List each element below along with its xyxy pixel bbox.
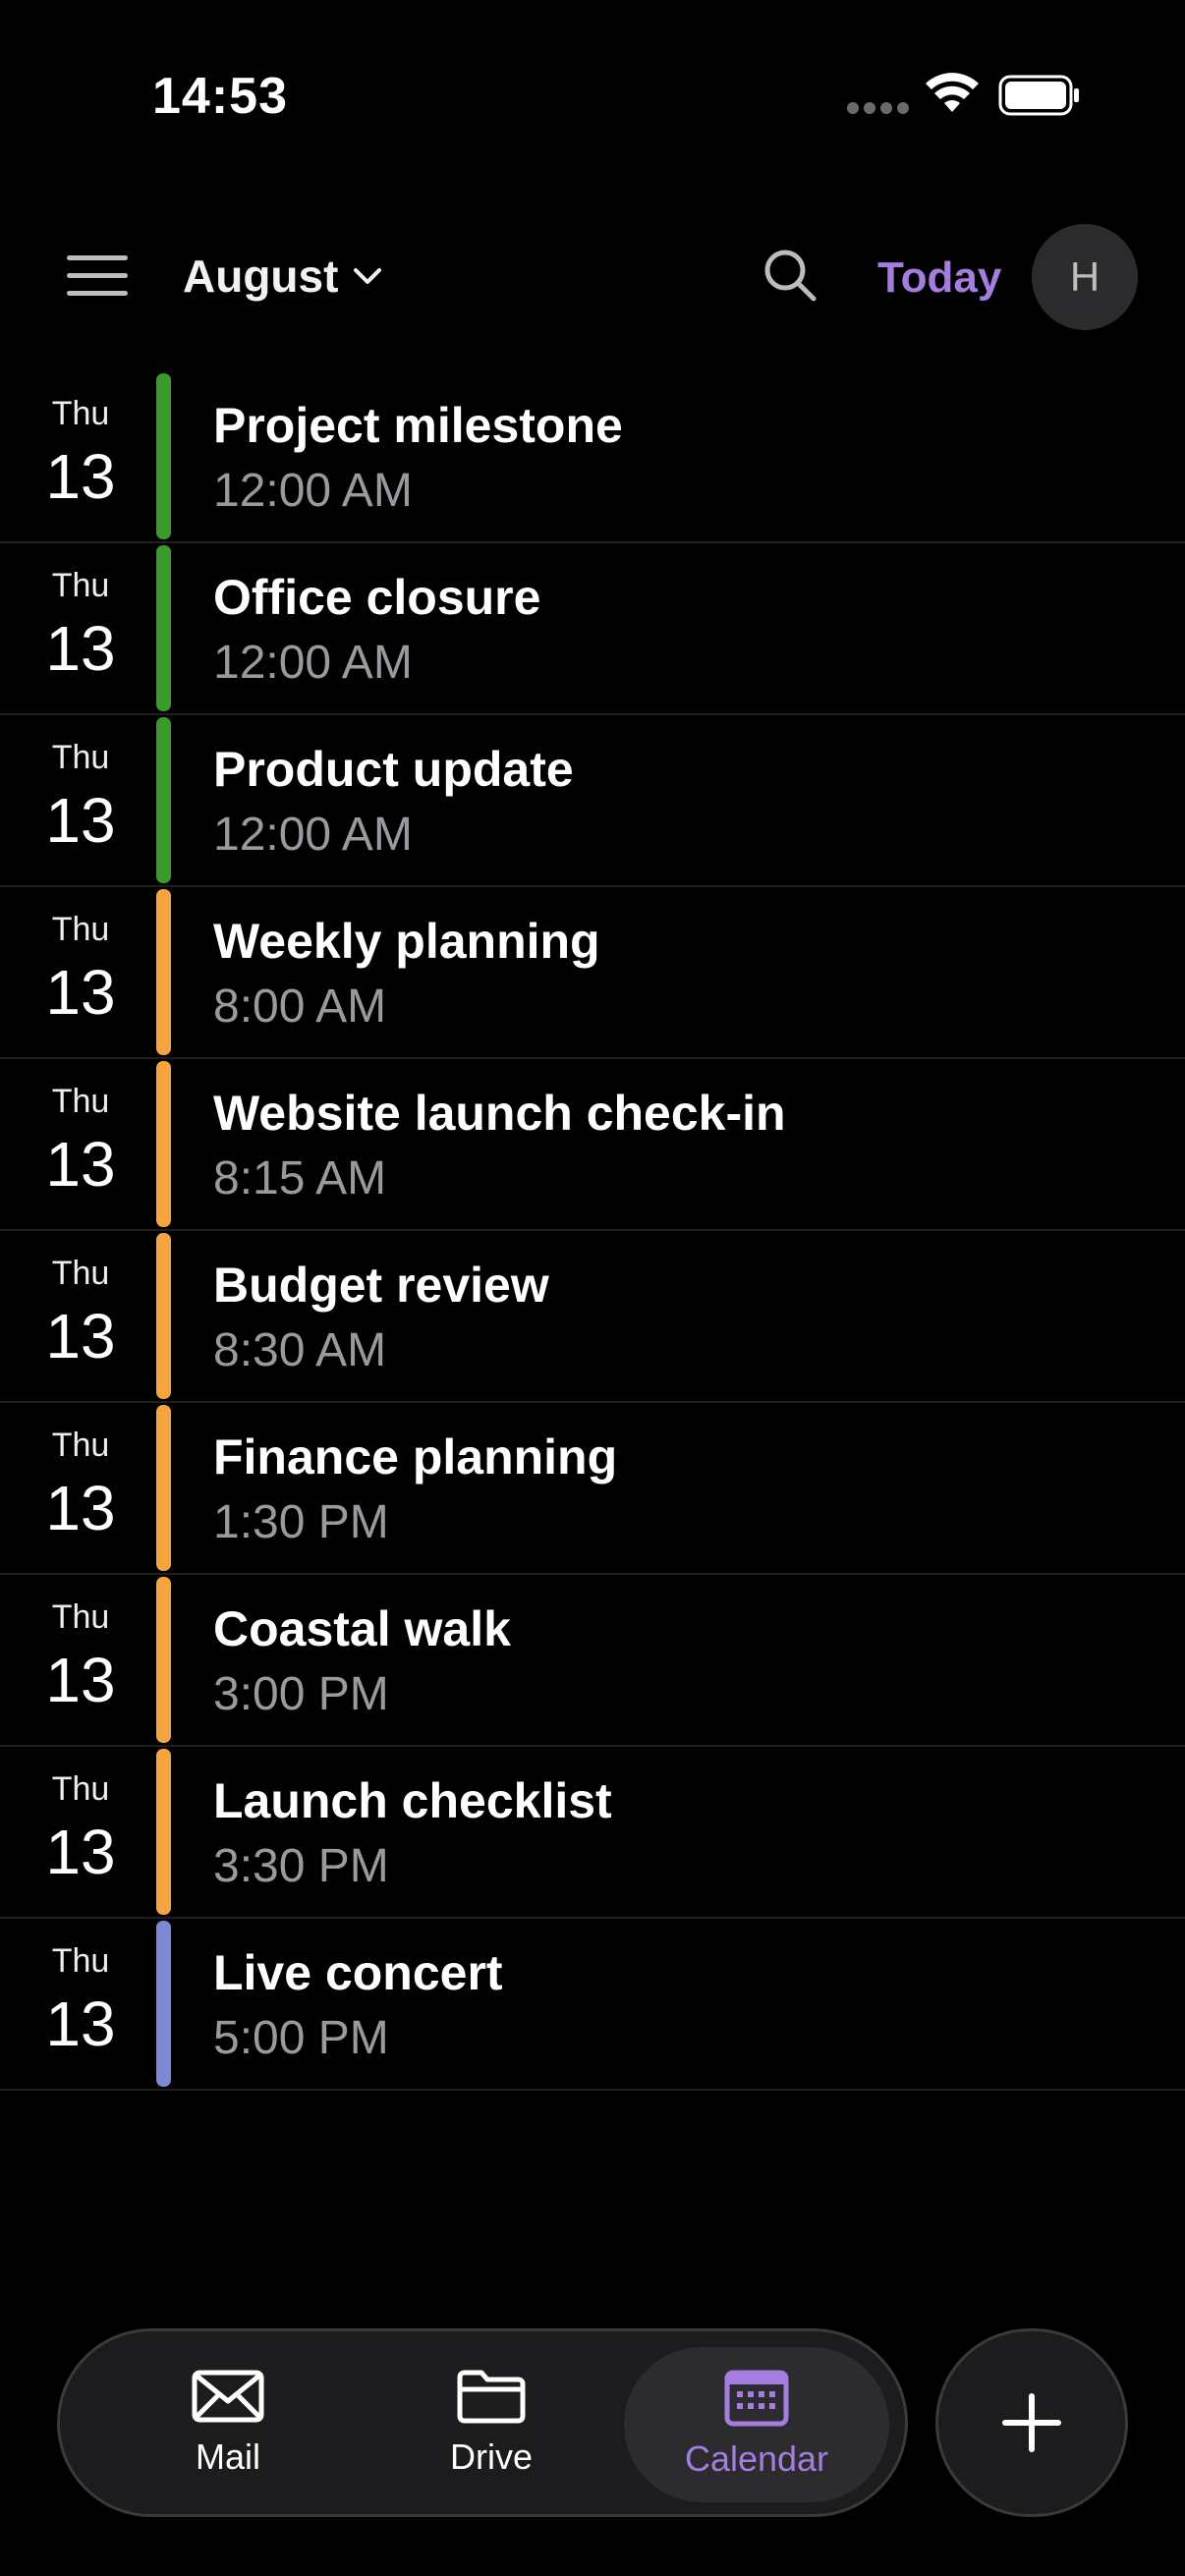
event-date: Thu 13 xyxy=(0,1231,161,1403)
event-time: 8:30 AM xyxy=(213,1324,387,1376)
event-time: 12:00 AM xyxy=(213,637,413,689)
event-color-bar xyxy=(156,373,171,539)
mail-icon xyxy=(192,2370,264,2423)
event-time: 12:00 AM xyxy=(213,809,413,861)
event-time: 8:15 AM xyxy=(213,1152,387,1204)
event-row[interactable]: Thu 13 Budget review 8:30 AM xyxy=(0,1231,1185,1403)
month-label: August xyxy=(183,251,339,302)
cellular-signal-icon xyxy=(847,102,909,116)
event-row[interactable]: Thu 13 Product update 12:00 AM xyxy=(0,715,1185,887)
event-day-number: 13 xyxy=(45,1645,116,1715)
event-day-name: Thu xyxy=(51,911,110,948)
event-color-bar xyxy=(156,1577,171,1743)
tab-calendar-label: Calendar xyxy=(684,2438,829,2479)
event-row[interactable]: Thu 13 Website launch check-in 8:15 AM xyxy=(0,1059,1185,1231)
event-day-number: 13 xyxy=(45,1988,116,2059)
event-time: 12:00 AM xyxy=(213,465,413,517)
event-date: Thu 13 xyxy=(0,715,161,887)
event-time: 8:00 AM xyxy=(213,980,387,1033)
bottom-tab-bar: Mail Drive Calendar xyxy=(57,2328,908,2517)
event-color-bar xyxy=(156,1061,171,1227)
event-day-name: Thu xyxy=(51,739,110,776)
event-day-number: 13 xyxy=(45,1817,116,1887)
calendar-header: August Today H xyxy=(0,216,1185,334)
event-date: Thu 13 xyxy=(0,1575,161,1747)
event-day-name: Thu xyxy=(51,1427,110,1464)
tab-mail[interactable]: Mail xyxy=(95,2331,361,2514)
event-time: 3:00 PM xyxy=(213,1668,389,1720)
event-day-number: 13 xyxy=(45,1473,116,1543)
event-color-bar xyxy=(156,1405,171,1571)
event-title: Project milestone xyxy=(213,398,623,453)
event-color-bar xyxy=(156,1749,171,1915)
event-day-name: Thu xyxy=(51,1770,110,1808)
today-button[interactable]: Today xyxy=(877,253,1001,303)
event-day-name: Thu xyxy=(51,567,110,604)
event-title: Product update xyxy=(213,742,574,797)
event-day-name: Thu xyxy=(51,1598,110,1636)
event-time: 5:00 PM xyxy=(213,2012,389,2064)
event-day-number: 13 xyxy=(45,1129,116,1200)
event-row[interactable]: Thu 13 Project milestone 12:00 AM xyxy=(0,371,1185,543)
event-title: Coastal walk xyxy=(213,1601,511,1656)
event-day-number: 13 xyxy=(45,785,116,856)
chevron-down-icon xyxy=(354,268,382,284)
wifi-icon xyxy=(926,73,979,112)
tab-calendar[interactable]: Calendar xyxy=(624,2347,889,2502)
event-list: Thu 13 Project milestone 12:00 AM Thu 13 Offic… xyxy=(0,371,1185,2091)
event-title: Weekly planning xyxy=(213,914,600,969)
calendar-app: 14:53 August Today H Thu 13 Project mile… xyxy=(0,0,1185,2576)
calendar-icon xyxy=(724,2370,789,2427)
event-day-number: 13 xyxy=(45,957,116,1028)
event-title: Website launch check-in xyxy=(213,1086,786,1141)
event-color-bar xyxy=(156,1921,171,2087)
event-date: Thu 13 xyxy=(0,887,161,1059)
event-title: Budget review xyxy=(213,1258,549,1313)
plus-icon xyxy=(1002,2393,1061,2452)
event-color-bar xyxy=(156,889,171,1055)
menu-button[interactable] xyxy=(67,255,132,297)
tab-drive-label: Drive xyxy=(449,2436,533,2477)
event-day-number: 13 xyxy=(45,441,116,512)
tab-mail-label: Mail xyxy=(195,2436,260,2477)
event-title: Launch checklist xyxy=(213,1773,612,1828)
battery-icon xyxy=(998,75,1079,116)
event-time: 1:30 PM xyxy=(213,1496,389,1548)
event-date: Thu 13 xyxy=(0,371,161,543)
hamburger-icon xyxy=(67,255,128,260)
search-icon xyxy=(764,250,817,302)
month-selector[interactable]: August xyxy=(183,244,383,308)
event-title: Live concert xyxy=(213,1945,503,2000)
event-row[interactable]: Thu 13 Office closure 12:00 AM xyxy=(0,543,1185,715)
event-title: Office closure xyxy=(213,570,541,625)
add-event-button[interactable] xyxy=(935,2328,1128,2517)
event-day-name: Thu xyxy=(51,1255,110,1292)
event-day-name: Thu xyxy=(51,1942,110,1980)
event-date: Thu 13 xyxy=(0,543,161,715)
event-date: Thu 13 xyxy=(0,1059,161,1231)
event-day-number: 13 xyxy=(45,1301,116,1372)
status-time: 14:53 xyxy=(152,68,288,125)
event-row[interactable]: Thu 13 Finance planning 1:30 PM xyxy=(0,1403,1185,1575)
event-time: 3:30 PM xyxy=(213,1840,389,1892)
event-date: Thu 13 xyxy=(0,1403,161,1575)
event-date: Thu 13 xyxy=(0,1919,161,2091)
status-bar: 14:53 xyxy=(0,0,1185,196)
event-color-bar xyxy=(156,717,171,883)
folder-icon xyxy=(457,2370,526,2424)
event-row[interactable]: Thu 13 Weekly planning 8:00 AM xyxy=(0,887,1185,1059)
event-row[interactable]: Thu 13 Coastal walk 3:00 PM xyxy=(0,1575,1185,1747)
event-color-bar xyxy=(156,1233,171,1399)
event-color-bar xyxy=(156,545,171,711)
avatar[interactable]: H xyxy=(1032,224,1138,330)
event-title: Finance planning xyxy=(213,1429,618,1484)
event-day-number: 13 xyxy=(45,613,116,684)
search-button[interactable] xyxy=(761,246,819,305)
event-day-name: Thu xyxy=(51,1083,110,1120)
event-day-name: Thu xyxy=(51,395,110,432)
event-row[interactable]: Thu 13 Launch checklist 3:30 PM xyxy=(0,1747,1185,1919)
event-row[interactable]: Thu 13 Live concert 5:00 PM xyxy=(0,1919,1185,2091)
event-date: Thu 13 xyxy=(0,1747,161,1919)
tab-drive[interactable]: Drive xyxy=(359,2331,624,2514)
